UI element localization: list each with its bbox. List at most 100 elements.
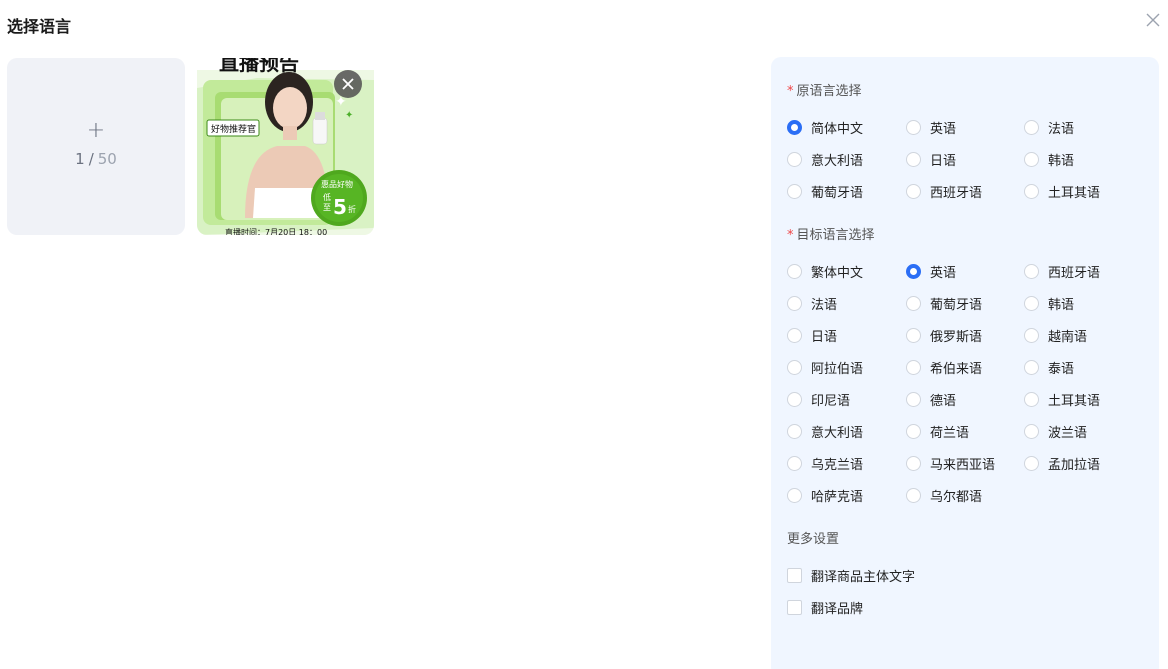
radio-circle: [1024, 391, 1039, 407]
thumb-bottom-text: 直播时间：7月20日 18：00: [225, 227, 327, 235]
radio-circle: [787, 119, 802, 135]
radio-circle: [1024, 359, 1039, 375]
radio-target-language[interactable]: 英语: [906, 262, 1026, 281]
dialog-title: 选择语言: [7, 17, 72, 36]
radio-target-language[interactable]: 日语: [787, 326, 907, 345]
radio-target-language[interactable]: 俄罗斯语: [906, 326, 1026, 345]
thumb-badge: 好物推荐官: [211, 123, 256, 135]
upload-tile[interactable]: + 1/50: [7, 58, 185, 235]
radio-target-language[interactable]: 哈萨克语: [787, 486, 907, 505]
radio-target-language[interactable]: 意大利语: [787, 422, 907, 441]
thumb-promo-low: 低: [323, 192, 331, 202]
radio-label: 意大利语: [811, 425, 864, 441]
radio-circle: [906, 359, 921, 375]
radio-source-language[interactable]: 韩语: [1024, 150, 1144, 169]
radio-circle: [787, 295, 802, 311]
radio-label: 英语: [930, 265, 957, 281]
radio-target-language[interactable]: 繁体中文: [787, 262, 907, 281]
radio-target-language[interactable]: 印尼语: [787, 390, 907, 409]
radio-circle: [906, 119, 921, 135]
radio-target-language[interactable]: 土耳其语: [1024, 390, 1144, 409]
radio-circle: [1024, 455, 1039, 471]
radio-target-language[interactable]: 泰语: [1024, 358, 1144, 377]
radio-circle: [1024, 119, 1039, 135]
radio-label: 泰语: [1048, 361, 1075, 377]
radio-label: 葡萄牙语: [811, 185, 864, 201]
radio-circle: [906, 263, 921, 279]
radio-label: 孟加拉语: [1048, 457, 1101, 473]
radio-target-language[interactable]: 希伯来语: [906, 358, 1026, 377]
radio-source-language[interactable]: 西班牙语: [906, 182, 1026, 201]
radio-label: 法语: [811, 297, 838, 313]
radio-target-language[interactable]: 西班牙语: [1024, 262, 1144, 281]
radio-label: 葡萄牙语: [930, 297, 983, 313]
radio-label: 西班牙语: [1048, 265, 1101, 281]
radio-label: 马来西亚语: [930, 457, 996, 473]
radio-target-language[interactable]: 孟加拉语: [1024, 454, 1144, 473]
radio-circle: [1024, 183, 1039, 199]
checkbox-more-setting[interactable]: 翻译商品主体文字: [787, 566, 987, 585]
plus-icon: +: [86, 118, 106, 143]
settings-panel: * 原语言选择 简体中文 英语 法语 意大利语 日语 韩语 葡萄牙语 西班牙语 土耳其语 * 目标语…: [771, 57, 1159, 669]
upload-count-separator: /: [88, 150, 94, 168]
radio-label: 韩语: [1048, 153, 1075, 169]
target-language-label-text: 目标语言选择: [796, 228, 875, 243]
radio-label: 越南语: [1048, 329, 1088, 345]
radio-circle: [1024, 263, 1039, 279]
upload-count-total: 50: [97, 150, 117, 168]
radio-circle: [1024, 295, 1039, 311]
radio-label: 西班牙语: [930, 185, 983, 201]
radio-label: 印尼语: [811, 393, 851, 409]
thumb-promo-to: 至: [323, 203, 331, 212]
radio-circle: [787, 423, 802, 439]
target-language-label: * 目标语言选择: [787, 228, 875, 244]
radio-source-language[interactable]: 土耳其语: [1024, 182, 1144, 201]
radio-circle: [787, 263, 802, 279]
svg-text:✦: ✦: [345, 110, 353, 121]
radio-source-language[interactable]: 意大利语: [787, 150, 907, 169]
radio-label: 土耳其语: [1048, 185, 1101, 201]
radio-target-language[interactable]: 波兰语: [1024, 422, 1144, 441]
required-mark: *: [787, 228, 794, 243]
radio-label: 希伯来语: [930, 361, 983, 377]
radio-source-language[interactable]: 法语: [1024, 118, 1144, 137]
thumb-promo-line1: 惠品好物: [321, 179, 353, 189]
radio-label: 荷兰语: [930, 425, 970, 441]
checkbox-label: 翻译品牌: [811, 601, 864, 617]
radio-target-language[interactable]: 马来西亚语: [906, 454, 1026, 473]
radio-circle: [1024, 327, 1039, 343]
radio-target-language[interactable]: 韩语: [1024, 294, 1144, 313]
radio-circle: [906, 455, 921, 471]
radio-source-language[interactable]: 葡萄牙语: [787, 182, 907, 201]
radio-label: 日语: [930, 153, 957, 169]
checkbox-box: [787, 599, 802, 615]
radio-circle: [787, 327, 802, 343]
close-icon: [342, 78, 354, 90]
radio-label: 哈萨克语: [811, 489, 864, 505]
radio-target-language[interactable]: 越南语: [1024, 326, 1144, 345]
radio-circle: [787, 391, 802, 407]
close-icon[interactable]: [1143, 10, 1163, 30]
upload-count-current: 1: [75, 150, 85, 168]
checkbox-label: 翻译商品主体文字: [811, 569, 916, 585]
radio-label: 波兰语: [1048, 425, 1088, 441]
radio-target-language[interactable]: 德语: [906, 390, 1026, 409]
remove-image-button[interactable]: [334, 70, 362, 98]
radio-circle: [906, 423, 921, 439]
radio-target-language[interactable]: 法语: [787, 294, 907, 313]
radio-target-language[interactable]: 乌尔都语: [906, 486, 1026, 505]
radio-label: 英语: [930, 121, 957, 137]
radio-label: 意大利语: [811, 153, 864, 169]
radio-target-language[interactable]: 乌克兰语: [787, 454, 907, 473]
radio-target-language[interactable]: 荷兰语: [906, 422, 1026, 441]
radio-target-language[interactable]: 葡萄牙语: [906, 294, 1026, 313]
radio-circle: [906, 295, 921, 311]
checkbox-more-setting[interactable]: 翻译品牌: [787, 598, 987, 617]
radio-source-language[interactable]: 英语: [906, 118, 1026, 137]
radio-target-language[interactable]: 阿拉伯语: [787, 358, 907, 377]
radio-circle: [1024, 151, 1039, 167]
radio-source-language[interactable]: 简体中文: [787, 118, 907, 137]
upload-count: 1/50: [7, 150, 185, 168]
radio-source-language[interactable]: 日语: [906, 150, 1026, 169]
radio-circle: [787, 183, 802, 199]
